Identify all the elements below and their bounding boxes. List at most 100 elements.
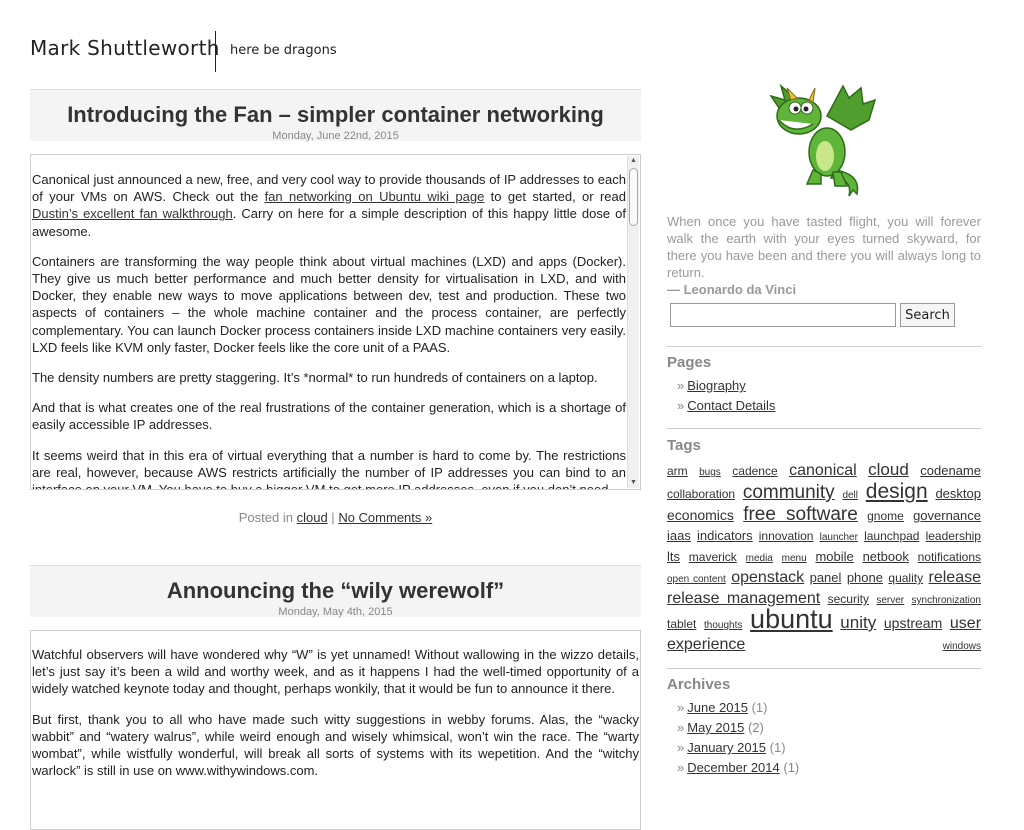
posted-in-label: Posted in <box>238 510 293 525</box>
scroll-down-arrow-icon[interactable]: ▼ <box>628 478 639 488</box>
archive-count: (1) <box>769 740 786 755</box>
tag-link[interactable]: security <box>828 592 869 606</box>
fan-wiki-link[interactable]: fan networking on Ubuntu wiki page <box>265 189 485 204</box>
post-header: Introducing the Fan – simpler container … <box>30 89 641 142</box>
post-title-link[interactable]: Introducing the Fan – simpler container … <box>30 102 641 128</box>
tag-link[interactable]: netbook <box>863 549 909 564</box>
tag-link[interactable]: indicators <box>697 528 753 543</box>
tag-link[interactable]: governance <box>913 508 981 523</box>
post-title-link[interactable]: Announcing the “wily werewolf” <box>30 578 641 604</box>
tag-link[interactable]: unity <box>840 613 876 632</box>
post-content: Watchful observers will have wondered wh… <box>31 631 640 779</box>
post-content-scroll[interactable]: Canonical just announced a new, free, an… <box>30 154 641 490</box>
pages-list: » Biography » Contact Details <box>677 376 775 416</box>
list-item: » May 2015 (2) <box>677 718 799 738</box>
post: Announcing the “wily werewolf” Monday, M… <box>30 565 641 830</box>
sidebar-divider <box>667 428 981 429</box>
archives-list: » June 2015 (1)» May 2015 (2)» January 2015… <box>677 698 799 778</box>
tag-link[interactable]: thoughts <box>704 620 742 631</box>
archives-heading: Archives <box>667 676 731 693</box>
scroll-up-arrow-icon[interactable]: ▲ <box>628 156 639 166</box>
post-date: Monday, June 22nd, 2015 <box>272 130 399 142</box>
tag-link[interactable]: community <box>743 482 835 503</box>
comments-link[interactable]: No Comments » <box>338 510 432 525</box>
tag-link[interactable]: tablet <box>667 617 696 631</box>
tag-link[interactable]: economics <box>667 507 734 523</box>
tag-cloud: arm bugs cadence canonical cloud codenam… <box>667 460 981 656</box>
tag-link[interactable]: iaas <box>667 528 691 543</box>
tag-link[interactable]: launchpad <box>864 529 919 543</box>
tag-link[interactable]: ubuntu <box>750 604 833 634</box>
tag-link[interactable]: dell <box>842 490 858 501</box>
post-paragraph: Watchful observers will have wondered wh… <box>32 647 639 697</box>
tag-link[interactable]: notifications <box>918 550 981 564</box>
scroll-thumb[interactable] <box>629 168 638 226</box>
tag-link[interactable]: cloud <box>868 460 909 479</box>
post: Introducing the Fan – simpler container … <box>30 89 641 525</box>
tag-link[interactable]: synchronization <box>912 595 981 606</box>
site-tagline: here be dragons <box>230 43 337 58</box>
tag-link[interactable]: collaboration <box>667 487 735 501</box>
archive-count: (2) <box>747 720 764 735</box>
tag-link[interactable]: release <box>929 569 981 586</box>
scrollbar[interactable]: ▲ ▼ <box>627 156 639 488</box>
tag-link[interactable]: bugs <box>699 467 721 478</box>
tag-link[interactable]: launcher <box>820 532 858 543</box>
post-date: Monday, May 4th, 2015 <box>278 606 393 618</box>
tag-link[interactable]: server <box>876 595 904 606</box>
pages-heading: Pages <box>667 354 712 371</box>
list-item: » June 2015 (1) <box>677 698 799 718</box>
fan-walkthrough-link[interactable]: Dustin’s excellent fan walkthrough <box>32 206 233 221</box>
tag-link[interactable]: leadership <box>926 529 981 543</box>
tag-link[interactable]: cadence <box>732 464 777 478</box>
tag-link[interactable]: arm <box>667 464 688 478</box>
search-button[interactable]: Search <box>900 303 955 327</box>
tag-link[interactable]: lts <box>667 549 680 564</box>
search-input[interactable] <box>670 303 896 327</box>
title-divider <box>215 31 216 72</box>
post-content-scroll[interactable]: Watchful observers will have wondered wh… <box>30 630 641 830</box>
sidebar-divider <box>667 668 981 669</box>
archive-link[interactable]: June 2015 <box>687 700 748 715</box>
tag-link[interactable]: desktop <box>935 486 981 501</box>
tag-link[interactable]: upstream <box>884 615 942 631</box>
bullet-marker: » <box>677 720 685 735</box>
tag-link[interactable]: quality <box>888 571 923 585</box>
tag-link[interactable]: media <box>746 553 773 564</box>
tag-link[interactable]: design <box>866 480 928 503</box>
tag-link[interactable]: gnome <box>867 509 904 523</box>
tag-link[interactable]: panel <box>810 570 842 585</box>
tag-link[interactable]: maverick <box>689 550 737 564</box>
tag-link[interactable]: windows <box>943 641 981 652</box>
page-link-contact-details[interactable]: Contact Details <box>687 398 775 413</box>
tag-link[interactable]: free software <box>743 504 858 525</box>
page-link-biography[interactable]: Biography <box>687 378 746 393</box>
tag-link[interactable]: canonical <box>789 462 857 479</box>
bullet-marker: » <box>677 398 685 413</box>
bullet-marker: » <box>677 378 685 393</box>
archive-count: (1) <box>751 700 768 715</box>
archive-link[interactable]: January 2015 <box>687 740 766 755</box>
paragraph-text: to get started, or read <box>484 189 626 205</box>
category-link-cloud[interactable]: cloud <box>297 510 328 525</box>
quote-author: — Leonardo da Vinci <box>667 282 797 297</box>
post-footer: Posted in cloud | No Comments » <box>30 510 641 525</box>
tags-heading: Tags <box>667 437 701 454</box>
tag-link[interactable]: open content <box>667 574 726 585</box>
sidebar-quote: When once you have tasted flight, you wi… <box>667 213 981 298</box>
list-item: » Biography <box>677 376 775 396</box>
post-header: Announcing the “wily werewolf” Monday, M… <box>30 565 641 618</box>
archive-link[interactable]: May 2015 <box>687 720 744 735</box>
site-title[interactable]: Mark Shuttleworth <box>30 36 220 60</box>
tag-link[interactable]: openstack <box>731 569 804 586</box>
tag-link[interactable]: mobile <box>815 549 853 564</box>
tag-link[interactable]: innovation <box>759 529 814 543</box>
tag-link[interactable]: phone <box>847 570 883 585</box>
post-paragraph: It seems weird that in this era of virtu… <box>32 447 626 490</box>
list-item: » January 2015 (1) <box>677 738 799 758</box>
tag-link[interactable]: menu <box>782 553 807 564</box>
post-paragraph: The density numbers are pretty staggerin… <box>32 370 598 386</box>
tag-link[interactable]: codename <box>920 463 981 478</box>
footer-separator: | <box>331 510 335 525</box>
bullet-marker: » <box>677 700 685 715</box>
